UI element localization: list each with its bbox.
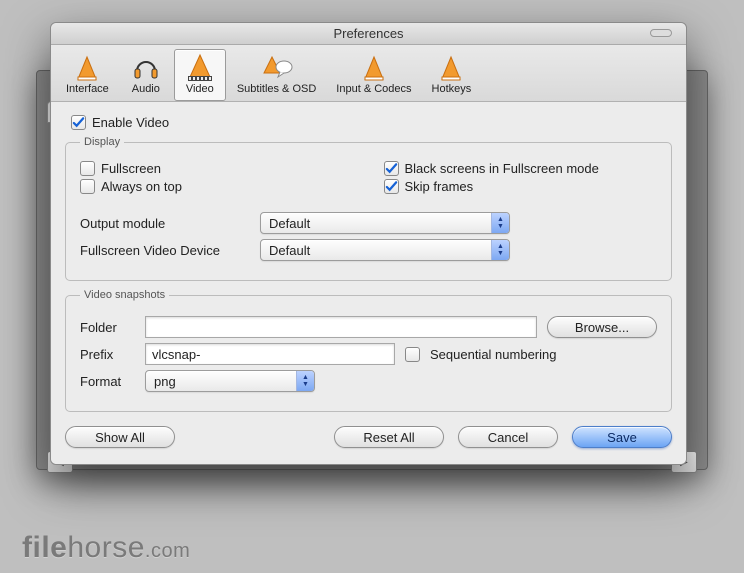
format-select[interactable]: png ▲▼	[145, 370, 315, 392]
tab-subtitles[interactable]: Subtitles & OSD	[228, 49, 325, 101]
tab-interface[interactable]: Interface	[57, 49, 118, 101]
tab-video[interactable]: Video	[174, 49, 226, 101]
fs-device-select[interactable]: Default ▲▼	[260, 239, 510, 261]
display-group: Display Fullscreen Always on top	[65, 136, 672, 281]
fs-device-label: Fullscreen Video Device	[80, 243, 250, 258]
show-all-button[interactable]: Show All	[65, 426, 175, 448]
preferences-window: Preferences Interface Audio Video Subtit…	[50, 22, 687, 465]
always-on-top-checkbox[interactable]	[80, 179, 95, 194]
stepper-icon: ▲▼	[491, 240, 509, 260]
window-title: Preferences	[333, 26, 403, 41]
folder-label: Folder	[80, 320, 135, 335]
browse-button[interactable]: Browse...	[547, 316, 657, 338]
sequential-label: Sequential numbering	[430, 347, 556, 362]
fullscreen-checkbox[interactable]	[80, 161, 95, 176]
display-legend: Display	[80, 136, 124, 148]
titlebar-pill-icon[interactable]	[650, 29, 672, 37]
skip-frames-checkbox[interactable]	[384, 179, 399, 194]
black-screens-checkbox[interactable]	[384, 161, 399, 176]
preferences-toolbar: Interface Audio Video Subtitles & OSD In…	[51, 45, 686, 102]
output-module-select[interactable]: Default ▲▼	[260, 212, 510, 234]
snapshots-group: Video snapshots Folder Browse... Prefix …	[65, 289, 672, 412]
enable-video-checkbox[interactable]	[71, 115, 86, 130]
sequential-checkbox[interactable]	[405, 347, 420, 362]
snapshots-legend: Video snapshots	[80, 289, 169, 301]
stepper-icon: ▲▼	[296, 371, 314, 391]
enable-video-label: Enable Video	[92, 115, 169, 130]
content-pane: Enable Video Display Fullscreen	[51, 102, 686, 464]
save-button[interactable]: Save	[572, 426, 672, 448]
always-on-top-label: Always on top	[101, 179, 182, 194]
folder-input[interactable]	[145, 316, 537, 338]
output-module-label: Output module	[80, 216, 250, 231]
prefix-label: Prefix	[80, 347, 135, 362]
prefix-input[interactable]: vlcsnap-	[145, 343, 395, 365]
watermark: filehorse.com	[22, 531, 190, 565]
stepper-icon: ▲▼	[491, 213, 509, 233]
tab-hotkeys[interactable]: Hotkeys	[423, 49, 481, 101]
tab-audio[interactable]: Audio	[120, 49, 172, 101]
tab-input-codecs[interactable]: Input & Codecs	[327, 49, 420, 101]
cancel-button[interactable]: Cancel	[458, 426, 558, 448]
format-label: Format	[80, 374, 135, 389]
skip-frames-label: Skip frames	[405, 179, 474, 194]
titlebar: Preferences	[51, 23, 686, 45]
button-bar: Show All Reset All Cancel Save	[65, 426, 672, 448]
black-screens-label: Black screens in Fullscreen mode	[405, 161, 599, 176]
reset-all-button[interactable]: Reset All	[334, 426, 444, 448]
fullscreen-label: Fullscreen	[101, 161, 161, 176]
